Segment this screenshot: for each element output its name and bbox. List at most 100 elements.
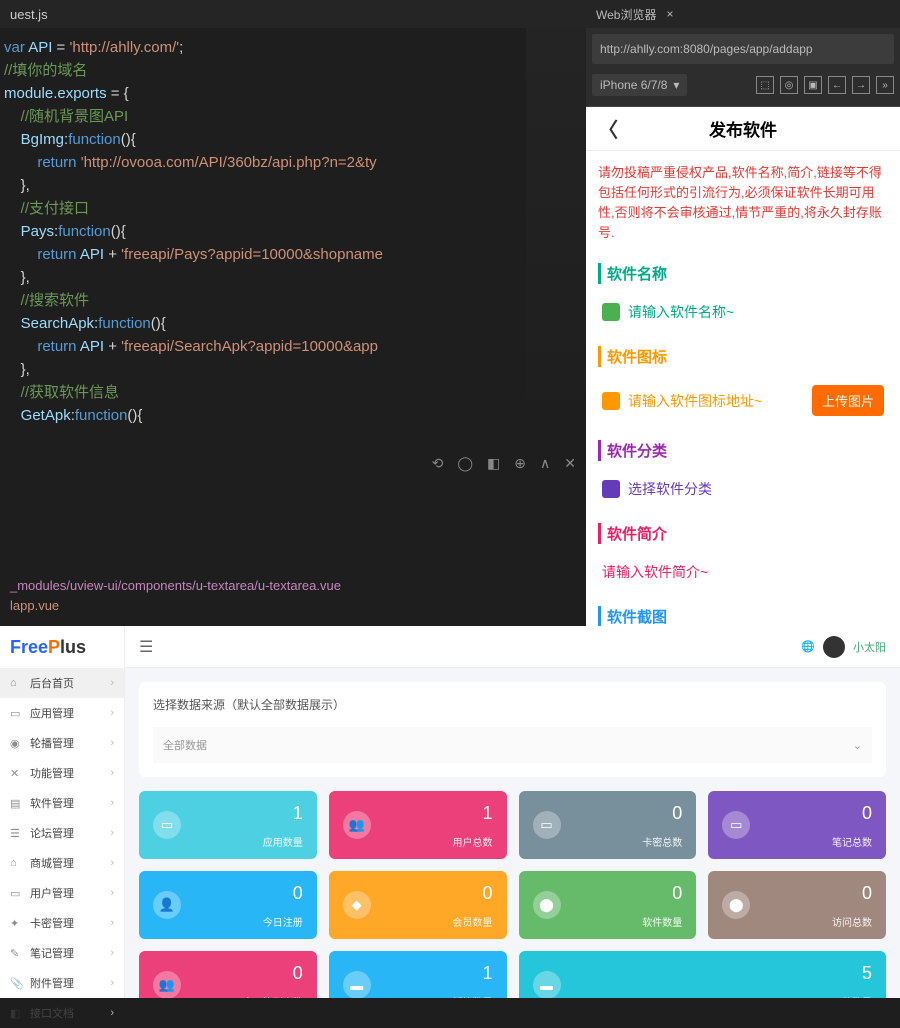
url-bar[interactable]: http://ahlly.com:8080/pages/app/addapp: [592, 34, 894, 64]
sidebar-item[interactable]: ⌂后台首页›: [0, 668, 124, 698]
sidebar-item[interactable]: ▭用户管理›: [0, 878, 124, 908]
devtool-icon[interactable]: ⬚: [756, 76, 774, 94]
devtool-icon[interactable]: ←: [828, 76, 846, 94]
card-value: 0: [672, 883, 682, 904]
desc-input[interactable]: 请输入软件简介~: [602, 562, 708, 582]
menu-toggle-icon[interactable]: ☰: [139, 637, 153, 657]
sidebar-item[interactable]: ✦卡密管理›: [0, 908, 124, 938]
card-icon: ▭: [153, 811, 181, 839]
editor-tool-icon[interactable]: ⟲: [432, 455, 444, 472]
stat-card[interactable]: ▬1板块数量: [329, 951, 507, 998]
devtool-icon[interactable]: →: [852, 76, 870, 94]
card-value: 1: [293, 803, 303, 824]
name-input[interactable]: 请输入软件名称~: [628, 302, 734, 322]
card-value: 0: [862, 883, 872, 904]
minimap[interactable]: [526, 28, 586, 438]
menu-icon: ▭: [10, 707, 22, 719]
editor-tool-icon[interactable]: ∧: [540, 455, 550, 472]
sidebar-item[interactable]: ✕功能管理›: [0, 758, 124, 788]
editor-tool-icon[interactable]: ✕: [564, 455, 576, 472]
card-value: 1: [482, 963, 492, 984]
card-icon: ◆: [343, 891, 371, 919]
chevron-down-icon: ⌄: [853, 739, 862, 752]
devtool-icon[interactable]: »: [876, 76, 894, 94]
card-icon: ▭: [533, 811, 561, 839]
grid-icon: [602, 480, 620, 498]
stat-card[interactable]: 👤0今日注册: [139, 871, 317, 939]
browser-tab-title[interactable]: Web浏览器: [596, 6, 656, 23]
stat-card[interactable]: ⬤ 0 访问总数: [708, 871, 886, 939]
stat-card[interactable]: 👥1用户总数: [329, 791, 507, 859]
back-icon[interactable]: 〈: [598, 114, 618, 143]
source-dropdown[interactable]: 全部数据⌄: [153, 727, 872, 763]
chevron-right-icon: ›: [110, 947, 114, 959]
logo[interactable]: FreePlus: [0, 626, 124, 668]
sidebar-item[interactable]: ⌂商城管理›: [0, 848, 124, 878]
code-area[interactable]: var API = 'http://ahlly.com/';//填你的域名mod…: [0, 28, 586, 435]
editor-tool-icon[interactable]: ◧: [487, 455, 500, 472]
sidebar-item[interactable]: ▤软件管理›: [0, 788, 124, 818]
sidebar-item[interactable]: 📎附件管理›: [0, 968, 124, 998]
stat-card[interactable]: ◆0会员数量: [329, 871, 507, 939]
chevron-right-icon: ›: [110, 827, 114, 839]
upload-button[interactable]: 上传图片: [812, 385, 884, 416]
code-editor[interactable]: uest.js var API = 'http://ahlly.com/';//…: [0, 0, 586, 626]
select-source-label: 选择数据来源（默认全部数据展示）: [153, 696, 872, 713]
card-label: 笔记总数: [832, 834, 872, 849]
console-output: _modules/uview-ui/components/u-textarea/…: [0, 566, 351, 626]
card-label: 板块数量: [453, 994, 493, 998]
stat-card[interactable]: ▬5件数量: [519, 951, 887, 998]
section-icon-label: 软件图标: [598, 346, 888, 367]
globe-icon[interactable]: 🌐: [801, 640, 815, 653]
username[interactable]: 小太阳: [853, 639, 886, 655]
sidebar-item[interactable]: ◧接口文档›: [0, 998, 124, 1028]
category-select[interactable]: 选择软件分类: [628, 479, 712, 499]
avatar[interactable]: [823, 636, 845, 658]
card-label: 会员数量: [453, 914, 493, 929]
web-browser-panel: Web浏览器 × http://ahlly.com:8080/pages/app…: [586, 0, 900, 626]
device-selector[interactable]: iPhone 6/7/8▾: [592, 74, 687, 96]
chevron-right-icon: ›: [110, 677, 114, 689]
sidebar-item[interactable]: ◉轮播管理›: [0, 728, 124, 758]
stat-card[interactable]: ⬤ 0 软件数量: [519, 871, 697, 939]
section-desc-label: 软件简介: [598, 523, 888, 544]
chevron-right-icon: ›: [110, 857, 114, 869]
chevron-right-icon: ›: [110, 1007, 114, 1019]
editor-tool-icon[interactable]: ◯: [457, 455, 473, 472]
icon-url-input[interactable]: 请输入软件图标地址~: [628, 391, 804, 411]
chevron-right-icon: ›: [110, 737, 114, 749]
card-label: 访问总数: [832, 914, 872, 929]
menu-icon: ✎: [10, 947, 22, 959]
card-icon: ⬤: [533, 891, 561, 919]
stat-card[interactable]: 👥0今日签到人数: [139, 951, 317, 998]
devtool-icon[interactable]: ◎: [780, 76, 798, 94]
card-icon: ▭: [722, 811, 750, 839]
close-icon[interactable]: ×: [666, 7, 673, 21]
card-label: 件数量: [842, 994, 872, 998]
card-value: 0: [293, 883, 303, 904]
android-icon: [602, 303, 620, 321]
stat-card[interactable]: ▭0笔记总数: [708, 791, 886, 859]
card-value: 1: [482, 803, 492, 824]
card-label: 卡密总数: [642, 834, 682, 849]
card-icon: 👥: [153, 971, 181, 998]
dashboard: FreePlus ⌂后台首页›▭应用管理›◉轮播管理›✕功能管理›▤软件管理›☰…: [0, 626, 900, 998]
sidebar-item[interactable]: ✎笔记管理›: [0, 938, 124, 968]
menu-icon: 📎: [10, 977, 22, 989]
card-label: 软件数量: [642, 914, 682, 929]
editor-tab[interactable]: uest.js: [0, 0, 586, 28]
stat-card[interactable]: ▭ 1 应用数量: [139, 791, 317, 859]
menu-icon: ☰: [10, 827, 22, 839]
sidebar-item[interactable]: ☰论坛管理›: [0, 818, 124, 848]
editor-tool-icon[interactable]: ⊕: [514, 455, 526, 472]
chevron-right-icon: ›: [110, 887, 114, 899]
sidebar-item[interactable]: ▭应用管理›: [0, 698, 124, 728]
chevron-right-icon: ›: [110, 767, 114, 779]
menu-icon: ◧: [10, 1007, 22, 1019]
devtool-icon[interactable]: ▣: [804, 76, 822, 94]
menu-icon: ✦: [10, 917, 22, 929]
section-screenshot-label: 软件截图: [598, 606, 888, 626]
card-label: 应用数量: [263, 834, 303, 849]
card-icon: ⬤: [722, 891, 750, 919]
stat-card[interactable]: ▭0卡密总数: [519, 791, 697, 859]
